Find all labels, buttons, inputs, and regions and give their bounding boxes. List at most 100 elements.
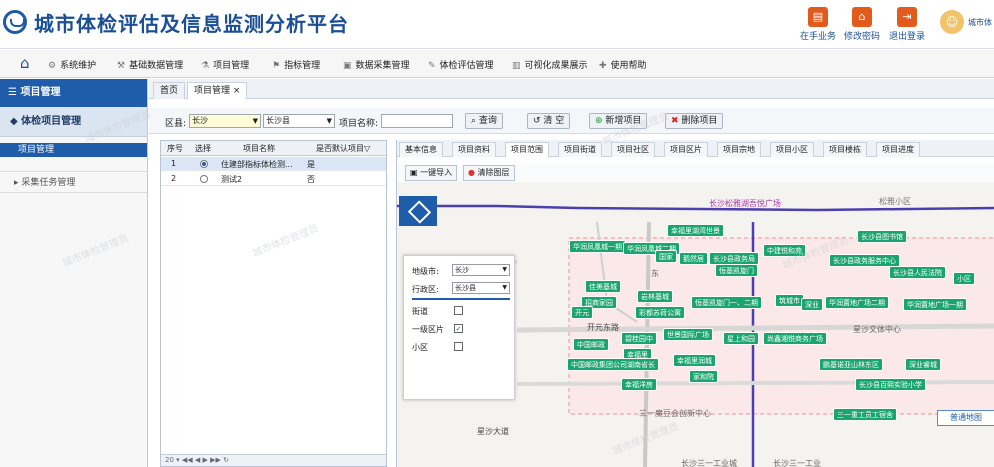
map-pin[interactable]: 华润置地广场二期: [825, 296, 889, 309]
city-label: 地级市:: [412, 267, 439, 276]
in-hand-business-button[interactable]: ▤ 在手业务: [795, 7, 841, 42]
project-name-input[interactable]: [381, 114, 453, 128]
layer-district-select[interactable]: 长沙县 ▼: [452, 282, 510, 294]
map-pin[interactable]: 长沙县政务服务中心: [829, 254, 900, 267]
map-label: 东: [651, 269, 659, 278]
map-pin[interactable]: 小区: [953, 272, 975, 285]
button-label: 退出登录: [888, 32, 925, 42]
map-canvas[interactable]: 长沙松雅湖吾悦广场 松雅小区 东 开元东路 星沙文体中心 三一魔豆会创新中心 星…: [397, 182, 994, 467]
column-header-default[interactable]: 是否默认项目▽: [316, 143, 370, 154]
tab-project-zone[interactable]: 项目区片: [664, 142, 708, 157]
tab-project-building[interactable]: 项目楼栋: [823, 142, 867, 157]
menu-label: 系统维护: [60, 61, 97, 71]
map-pin[interactable]: 鹏基诺亚山林东区: [819, 358, 883, 371]
menu-label: 可视化成果展示: [524, 61, 588, 71]
map-pin[interactable]: 佳美基城: [585, 280, 621, 293]
map-pin[interactable]: 长沙县百熙实验小学: [855, 378, 926, 391]
map-pin[interactable]: 幸福洋房: [621, 378, 657, 391]
chevron-down-icon: ▼: [252, 117, 258, 125]
community-checkbox[interactable]: [454, 342, 463, 351]
tab-project-range[interactable]: 项目范围: [505, 142, 549, 157]
map-pin[interactable]: 恒基凯旋门一、二期: [691, 296, 762, 309]
username[interactable]: 城市体: [968, 17, 992, 28]
map-pin[interactable]: 中国邮政集团公司湖南省长: [567, 358, 659, 371]
add-project-button[interactable]: ⊕ 新增项目: [589, 113, 648, 129]
map-pin[interactable]: 星上和园: [723, 332, 759, 345]
map-pin[interactable]: 深业: [801, 298, 823, 311]
main-menu: ⌂ ⚙ 系统维护 ⚒ 基础数据管理 ⚗ 项目管理 ⚑ 指标管理 ▣ 数据采集管理 ✎ 体检评…: [0, 50, 994, 78]
county-select[interactable]: 长沙县 ▼: [263, 114, 335, 128]
row-radio[interactable]: [200, 175, 208, 183]
map-pin[interactable]: 筑城市: [775, 294, 804, 307]
map-pin[interactable]: 岩林基城: [637, 290, 673, 303]
tab-project[interactable]: 项目管理 ×: [187, 82, 248, 99]
sidebar-group-project[interactable]: ◆ 体检项目管理: [0, 107, 147, 137]
tab-project-street[interactable]: 项目街道: [558, 142, 602, 157]
table-row[interactable]: 2 测试2 否: [161, 172, 386, 186]
menu-item-project[interactable]: ⚗ 项目管理: [201, 58, 249, 71]
map-pin[interactable]: 长沙县图书馆: [857, 230, 907, 243]
layer-city-select[interactable]: 长沙 ▼: [452, 264, 510, 276]
basemap-button[interactable]: 普通地图: [937, 410, 994, 426]
query-button[interactable]: ⌕ 查询: [465, 113, 503, 129]
row-radio[interactable]: [200, 160, 208, 168]
table-row[interactable]: 1 住建部指标体检测... 是: [161, 157, 386, 171]
pager-controls-icon[interactable]: ▾ ◀◀ ◀ ▶ ▶▶ ↻: [176, 456, 229, 464]
sidebar-header-label: 项目管理: [20, 87, 61, 98]
zone-checkbox[interactable]: ✓: [454, 324, 463, 333]
tab-project-parcel[interactable]: 项目宗地: [717, 142, 761, 157]
clear-layer-button[interactable]: ● 清除图层: [463, 165, 515, 181]
map-pin[interactable]: 彩都苏荷公寓: [635, 306, 685, 319]
tab-project-progress[interactable]: 项目进度: [876, 142, 920, 157]
map-pin[interactable]: 长沙县人民法院: [889, 266, 946, 279]
avatar-icon[interactable]: ☺: [940, 10, 964, 34]
map-pin[interactable]: 幸福里湖湾世景: [667, 224, 724, 237]
tab-home[interactable]: 首页: [153, 82, 186, 99]
map-pin[interactable]: 家和院: [689, 370, 718, 383]
map-pin[interactable]: 华润凤凰城一期: [569, 240, 626, 253]
menu-item-indicator[interactable]: ⚑ 指标管理: [272, 58, 320, 71]
grid-pager[interactable]: 20 ▾ ◀◀ ◀ ▶ ▶▶ ↻: [161, 454, 386, 466]
logout-button[interactable]: ⇥ 退出登录: [884, 7, 930, 42]
street-checkbox[interactable]: [454, 306, 463, 315]
delete-icon: ✖: [671, 116, 682, 126]
map-pin[interactable]: 深业睿城: [905, 358, 941, 371]
map-pin[interactable]: 尚鑫湘悦商务广场: [763, 332, 827, 345]
map-pin[interactable]: 国家: [655, 250, 677, 263]
map-pin[interactable]: 世景国际广场: [663, 328, 713, 341]
map-pin[interactable]: 幸福里润城: [673, 354, 716, 367]
map-pin[interactable]: 中国邮政: [573, 338, 609, 351]
map-pin[interactable]: 中建悦和苑: [763, 244, 806, 257]
page-size-value[interactable]: 20: [165, 456, 174, 464]
city-select[interactable]: 长沙 ▼: [189, 114, 261, 128]
map-pin[interactable]: 开元: [571, 306, 593, 319]
clear-button[interactable]: ↺ 清 空: [527, 113, 571, 129]
close-icon[interactable]: ×: [233, 86, 241, 96]
sidebar-item-task[interactable]: ▸ 采集任务管理: [0, 171, 147, 193]
sidebar-item-label: 采集任务管理: [21, 178, 76, 188]
map-pin[interactable]: 三一重工员工宿舍: [833, 408, 897, 421]
tab-basic-info[interactable]: 基本信息: [399, 142, 443, 157]
sidebar-item-project[interactable]: 项目管理: [0, 143, 147, 157]
menu-item-assessment[interactable]: ✎ 体检评估管理: [428, 58, 494, 71]
page-tabs: 首页 项目管理 ×: [149, 79, 994, 99]
tab-project-data[interactable]: 项目资料: [452, 142, 496, 157]
home-icon[interactable]: ⌂: [20, 55, 30, 71]
menu-item-system[interactable]: ⚙ 系统维护: [48, 58, 96, 71]
change-password-button[interactable]: ⌂ 修改密码: [839, 7, 885, 42]
detail-tabs: 基本信息 项目资料 项目范围 项目街道 项目社区 项目区片 项目宗地 项目小区 …: [397, 140, 994, 157]
map-pin[interactable]: 鹅然居: [679, 252, 708, 265]
menu-item-basedata[interactable]: ⚒ 基础数据管理: [117, 58, 183, 71]
tab-project-estate[interactable]: 项目小区: [770, 142, 814, 157]
map-pin[interactable]: 恒基凯旋门: [715, 264, 758, 277]
map-pin[interactable]: 华润置地广场一期: [903, 298, 967, 311]
map-pin[interactable]: 碧桂园中: [621, 332, 657, 345]
import-button[interactable]: ▣ 一键导入: [405, 165, 458, 181]
menu-item-collection[interactable]: ▣ 数据采集管理: [343, 58, 410, 71]
menu-item-visualization[interactable]: ▥ 可视化成果展示: [512, 58, 588, 71]
delete-project-button[interactable]: ✖ 删除项目: [665, 113, 724, 129]
tab-project-community[interactable]: 项目社区: [611, 142, 655, 157]
menu-item-help[interactable]: ✚ 使用帮助: [599, 58, 647, 71]
map-logo-icon[interactable]: [399, 196, 437, 226]
tab-label: 项目范围: [511, 145, 543, 154]
